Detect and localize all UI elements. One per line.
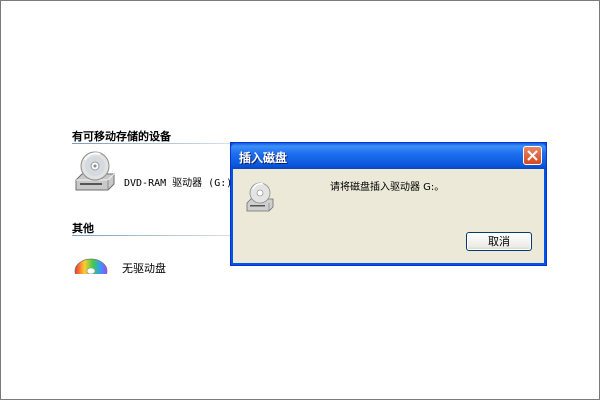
section-header-other: 其他 xyxy=(72,222,94,235)
close-button[interactable] xyxy=(523,146,542,165)
insert-disk-dialog: 插入磁盘 请将磁盘插入驱动器 G:。 取消 xyxy=(230,142,547,266)
cancel-button[interactable]: 取消 xyxy=(466,232,532,251)
close-icon xyxy=(527,150,538,161)
other-item[interactable]: 无驱动盘 xyxy=(72,250,232,274)
drive-item-dvd-ram[interactable]: DVD-RAM 驱动器 (G:) xyxy=(72,150,242,194)
dialog-message: 请将磁盘插入驱动器 G:。 xyxy=(330,182,445,193)
dialog-title: 插入磁盘 xyxy=(239,151,288,165)
other-item-label: 无驱动盘 xyxy=(122,262,166,274)
drive-label: DVD-RAM 驱动器 (G:) xyxy=(124,178,233,189)
section-header-removable-storage: 有可移动存储的设备 xyxy=(72,130,171,143)
disc-drive-icon xyxy=(244,181,276,213)
optical-drive-icon xyxy=(72,150,118,194)
dialog-body: 请将磁盘插入驱动器 G:。 取消 xyxy=(234,169,543,262)
disc-icon xyxy=(74,254,108,274)
dialog-titlebar[interactable]: 插入磁盘 xyxy=(231,143,546,169)
